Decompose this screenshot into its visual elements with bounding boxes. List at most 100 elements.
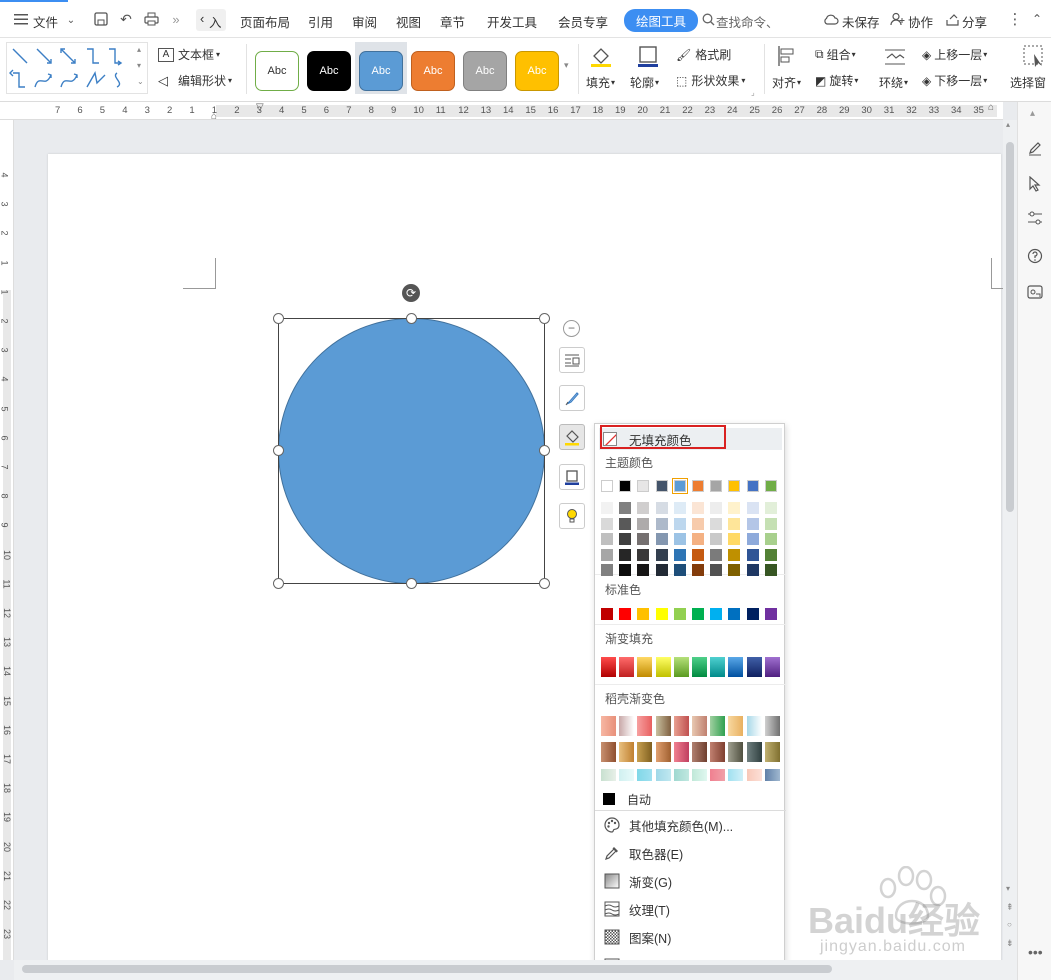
theme-shade-swatch[interactable] bbox=[601, 548, 613, 561]
tab-page-layout[interactable]: 页面布局 bbox=[240, 12, 290, 31]
docer-gradient-swatch[interactable] bbox=[655, 742, 671, 762]
standard-color-swatch[interactable] bbox=[764, 608, 777, 620]
left-indent-marker-icon[interactable]: ⌂ bbox=[211, 111, 217, 122]
vertical-scroll-thumb[interactable] bbox=[1006, 142, 1014, 512]
fill-button[interactable]: 填充 ▾ bbox=[586, 74, 615, 91]
dialog-launcher-icon[interactable]: ⌟ bbox=[751, 88, 755, 97]
collaborate-button[interactable]: 协作 bbox=[908, 12, 933, 31]
docer-gradient-swatch[interactable] bbox=[746, 716, 762, 736]
tab-insert-partial[interactable]: 入 bbox=[209, 12, 222, 31]
docer-gradient-swatch[interactable] bbox=[601, 769, 616, 781]
vertical-ruler[interactable]: 4 3 2 1 1 2 3 4 5 6 7 8 9 10 11 12 13 14 15 16 17 18 19 20 21 22 2… bbox=[0, 120, 14, 960]
tab-scroll-left[interactable]: ‹ 入 bbox=[196, 9, 226, 31]
more-icon[interactable]: » bbox=[165, 8, 187, 30]
standard-color-swatch[interactable] bbox=[692, 608, 704, 620]
theme-shade-swatch[interactable] bbox=[673, 502, 686, 514]
print-icon[interactable] bbox=[140, 8, 162, 30]
gradient-fill-swatch[interactable] bbox=[601, 657, 616, 677]
docer-gradient-swatch[interactable] bbox=[637, 716, 653, 736]
theme-color-swatch[interactable] bbox=[692, 480, 704, 492]
theme-shade-swatch[interactable] bbox=[619, 517, 632, 530]
more-fill-colors-item[interactable]: 其他填充颜色(M)... bbox=[595, 811, 786, 839]
edit-shape-button[interactable]: ◁ 编辑形状 ▾ bbox=[158, 72, 232, 89]
theme-color-swatch[interactable] bbox=[764, 480, 777, 492]
docer-gradient-swatch[interactable] bbox=[746, 742, 762, 762]
align-icon[interactable] bbox=[776, 44, 798, 71]
resize-handle-bottom-left[interactable] bbox=[273, 578, 284, 589]
theme-shade-swatch[interactable] bbox=[601, 533, 613, 545]
scroll-up-icon[interactable]: ▴ bbox=[1030, 108, 1035, 119]
undo-icon[interactable]: ↶ bbox=[115, 8, 137, 30]
scroll-up-icon[interactable]: ▴ bbox=[1006, 120, 1010, 129]
tab-view[interactable]: 视图 bbox=[396, 12, 421, 31]
docer-gradient-swatch[interactable] bbox=[601, 742, 616, 762]
tab-references[interactable]: 引用 bbox=[308, 12, 333, 31]
docer-gradient-swatch[interactable] bbox=[710, 742, 726, 762]
theme-shade-swatch[interactable] bbox=[655, 564, 668, 576]
theme-shade-swatch[interactable] bbox=[728, 564, 741, 576]
shape-style-button[interactable] bbox=[559, 385, 585, 411]
standard-color-swatch[interactable] bbox=[710, 608, 723, 620]
style-blue[interactable]: Abc bbox=[359, 51, 403, 91]
style-orange[interactable]: Abc bbox=[411, 51, 455, 91]
theme-shade-swatch[interactable] bbox=[619, 564, 632, 576]
docer-gradient-swatch[interactable] bbox=[655, 716, 671, 736]
docer-gradient-swatch[interactable] bbox=[692, 769, 707, 781]
theme-color-swatch[interactable] bbox=[601, 480, 613, 492]
indent-marker-icon[interactable]: ▽ bbox=[256, 102, 264, 113]
docer-gradient-swatch[interactable] bbox=[710, 716, 726, 736]
adjust-sliders-icon[interactable] bbox=[1027, 210, 1043, 226]
outline-button[interactable]: 轮廓 ▾ bbox=[630, 74, 659, 91]
docer-gradient-swatch[interactable] bbox=[673, 716, 689, 736]
gallery-up-icon[interactable]: ▴ bbox=[137, 45, 141, 54]
cursor-icon[interactable] bbox=[1027, 176, 1043, 192]
docer-gradient-swatch[interactable] bbox=[619, 716, 635, 736]
theme-shade-swatch[interactable] bbox=[655, 548, 668, 561]
rotate-handle-icon[interactable]: ⟳ bbox=[402, 284, 420, 302]
layout-options-button[interactable] bbox=[559, 347, 585, 373]
theme-shade-swatch[interactable] bbox=[746, 533, 759, 545]
gradient-fill-swatch[interactable] bbox=[655, 657, 671, 677]
tab-member[interactable]: 会员专享 bbox=[558, 12, 608, 31]
docer-gradient-swatch[interactable] bbox=[728, 716, 744, 736]
selection-pane-icon[interactable] bbox=[1022, 44, 1046, 71]
theme-shade-swatch[interactable] bbox=[746, 564, 759, 576]
theme-shade-swatch[interactable] bbox=[655, 517, 668, 530]
resize-handle-bottom-right[interactable] bbox=[539, 578, 550, 589]
docer-gradient-swatch[interactable] bbox=[692, 742, 707, 762]
theme-shade-swatch[interactable] bbox=[637, 502, 650, 514]
theme-color-swatch[interactable] bbox=[619, 480, 632, 492]
theme-shade-swatch[interactable] bbox=[637, 517, 650, 530]
pen-icon[interactable] bbox=[1027, 140, 1043, 156]
theme-shade-swatch[interactable] bbox=[601, 502, 613, 514]
resize-handle-top-left[interactable] bbox=[273, 313, 284, 324]
docer-gradient-swatch[interactable] bbox=[728, 769, 744, 781]
style-black[interactable]: Abc bbox=[307, 51, 351, 91]
docer-gradient-swatch[interactable] bbox=[692, 716, 707, 736]
theme-shade-swatch[interactable] bbox=[728, 533, 741, 545]
gradient-fill-swatch[interactable] bbox=[728, 657, 744, 677]
resize-handle-bottom[interactable] bbox=[406, 578, 417, 589]
fill-icon[interactable] bbox=[589, 44, 613, 71]
tab-chapter[interactable]: 章节 bbox=[440, 12, 465, 31]
theme-shade-swatch[interactable] bbox=[655, 533, 668, 545]
command-search-input[interactable]: 查找命令、 bbox=[716, 12, 779, 31]
standard-color-swatch[interactable] bbox=[619, 608, 632, 620]
file-menu[interactable]: 文件 bbox=[33, 12, 58, 31]
standard-color-swatch[interactable] bbox=[637, 608, 650, 620]
theme-shade-swatch[interactable] bbox=[746, 517, 759, 530]
standard-color-swatch[interactable] bbox=[655, 608, 668, 620]
docer-gradient-swatch[interactable] bbox=[710, 769, 726, 781]
docer-gradient-swatch[interactable] bbox=[619, 769, 635, 781]
resize-handle-top[interactable] bbox=[406, 313, 417, 324]
theme-shade-swatch[interactable] bbox=[655, 502, 668, 514]
docer-gradient-swatch[interactable] bbox=[764, 716, 780, 736]
theme-shade-swatch[interactable] bbox=[728, 502, 741, 514]
tab-review[interactable]: 审阅 bbox=[352, 12, 377, 31]
docer-gradient-swatch[interactable] bbox=[601, 716, 616, 736]
resize-handle-left[interactable] bbox=[273, 445, 284, 456]
standard-color-swatch[interactable] bbox=[601, 608, 613, 620]
tab-developer[interactable]: 开发工具 bbox=[487, 12, 537, 31]
docer-gradient-swatch[interactable] bbox=[619, 742, 635, 762]
theme-shade-swatch[interactable] bbox=[710, 502, 723, 514]
